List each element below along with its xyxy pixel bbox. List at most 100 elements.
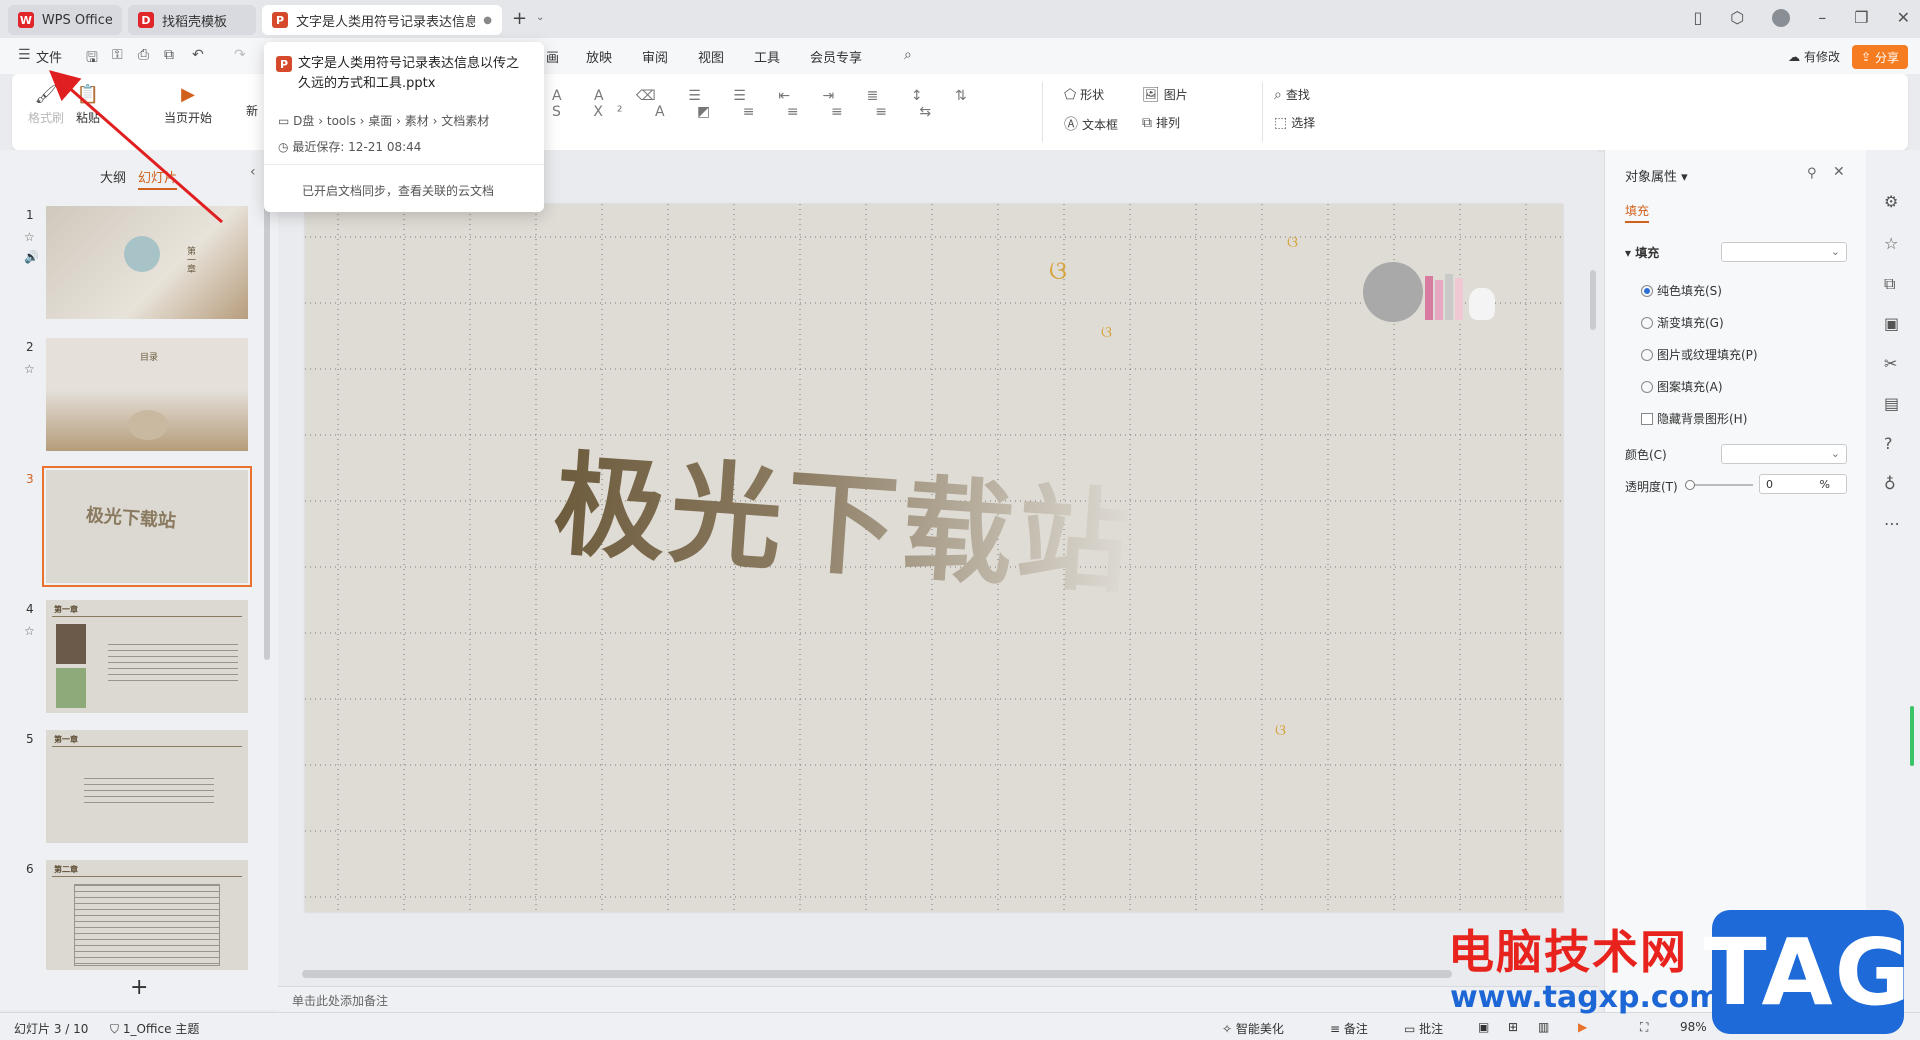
slide-thumbnail-2[interactable]: 目录 (46, 338, 248, 451)
tab-outline[interactable]: 大纲 (100, 167, 126, 186)
picture-button[interactable]: 🖼 图片 (1142, 86, 1188, 103)
select-button[interactable]: ⬚ 选择 (1274, 114, 1315, 131)
save-icon[interactable]: 🖫 (86, 47, 98, 71)
slide-thumbnail-6[interactable]: 第二章 (46, 860, 248, 970)
format-painter-button[interactable]: 🖌 格式刷 (28, 84, 64, 126)
beautify-button[interactable]: ✧ 智能美化 (1222, 1020, 1284, 1037)
restore-icon[interactable]: ❐ (1854, 8, 1868, 27)
menu-member[interactable]: 会员专享 (810, 47, 862, 66)
tab-fill[interactable]: 填充 (1625, 202, 1650, 223)
transparency-slider[interactable] (1685, 480, 1753, 490)
path-segment[interactable]: 素材 (405, 114, 429, 128)
file-menu[interactable]: 文件 (36, 47, 62, 66)
find-label: 查找 (1285, 88, 1310, 102)
fill-dropdown[interactable]: ⌄ (1721, 242, 1847, 262)
hamburger-icon[interactable]: ☰ (18, 47, 31, 63)
tab-document[interactable]: P 文字是人类用符号记录表达信息以 ● (262, 5, 502, 35)
notes-placeholder[interactable]: 单击此处添加备注 (292, 992, 388, 1009)
star-icon[interactable]: ☆ (24, 230, 35, 244)
minimize-icon[interactable]: – (1818, 8, 1826, 27)
slide-thumbnail-1[interactable]: 第一章 (46, 206, 248, 319)
popup-path[interactable]: ▭ D盘 › tools › 桌面 › 素材 › 文档素材 (278, 112, 489, 129)
cube-icon[interactable]: ⬡ (1730, 8, 1744, 27)
menu-animation[interactable]: 画 (546, 47, 559, 66)
menu-view[interactable]: 视图 (698, 47, 724, 66)
menu-slideshow[interactable]: 放映 (586, 47, 612, 66)
search-icon[interactable]: ⌕ (904, 47, 912, 63)
tools-icon[interactable]: ✂ (1884, 354, 1897, 373)
path-segment[interactable]: tools (327, 114, 356, 128)
path-segment[interactable]: D盘 (293, 114, 314, 128)
close-icon[interactable]: ✕ (1833, 164, 1845, 180)
star-icon[interactable]: ☆ (24, 624, 35, 638)
find-button[interactable]: ⌕ 查找 (1274, 86, 1310, 103)
option-pattern-fill[interactable]: 图案填充(A) (1641, 378, 1723, 395)
avatar[interactable] (1772, 8, 1791, 27)
menu-review[interactable]: 审阅 (642, 47, 668, 66)
slide-canvas[interactable]: ଓ ଓ ଓ ଓ 极光下载站 (305, 204, 1563, 912)
paste-button[interactable]: 📋 粘贴 (76, 84, 100, 126)
tab-list-chevron-icon[interactable]: ⌄ (536, 12, 544, 23)
collapse-panel-icon[interactable]: ‹ (250, 164, 256, 180)
print-preview-icon[interactable]: ⧉ (164, 47, 174, 63)
option-solid-fill[interactable]: 纯色填充(S) (1641, 282, 1722, 299)
radio-icon (1641, 348, 1653, 361)
slide-thumbnail-3[interactable]: 极光下载站 (42, 466, 252, 587)
properties-icon[interactable]: ⚙ (1884, 192, 1898, 211)
tab-slides[interactable]: 幻灯片 (138, 167, 178, 190)
star-icon[interactable]: ☆ (24, 362, 35, 376)
shirt-icon[interactable]: ♁ (1884, 474, 1896, 493)
path-segment[interactable]: 文档素材 (441, 114, 489, 128)
layout-icon[interactable]: ▯ (1693, 8, 1702, 27)
key-icon[interactable]: ⚿ (112, 47, 123, 63)
notes-pane[interactable]: 单击此处添加备注 (278, 986, 1598, 1012)
new-slide-button[interactable]: 新 (246, 102, 258, 119)
share-button[interactable]: ⇪ 分享 (1852, 45, 1908, 69)
slide-thumbnail-4[interactable]: 第一章 (46, 600, 248, 713)
slide-panel-scrollbar[interactable] (264, 170, 270, 660)
ribbon-separator (1262, 82, 1263, 142)
slide-thumbnail-5[interactable]: 第一章 (46, 730, 248, 843)
textbox-button[interactable]: Ⓐ 文本框 (1064, 114, 1118, 134)
new-tab-icon[interactable]: + (512, 8, 527, 29)
tab-template[interactable]: D 找稻壳模板 (128, 5, 256, 35)
undo-icon[interactable]: ↶ (192, 47, 204, 63)
transparency-input[interactable]: 0 % (1759, 474, 1847, 494)
notes-toggle[interactable]: ≡ 备注 (1330, 1020, 1368, 1037)
arrange-button[interactable]: ⧉ 排列 (1142, 114, 1180, 131)
formatting-tools[interactable]: A A ⌫ ☰ ☰ ⇤ ⇥ ≣ ↕ ⇅ S X² A ◩ ≡ ≡ ≡ ≡ ⇆ (552, 88, 1032, 138)
fill-section-label[interactable]: ▾ 填充 (1625, 244, 1659, 261)
path-segment[interactable]: 桌面 (368, 114, 392, 128)
pin-icon[interactable]: ⚲ (1807, 166, 1817, 181)
tab-wps-office[interactable]: W WPS Office (8, 5, 122, 35)
comments-toggle[interactable]: ▭ 批注 (1404, 1020, 1443, 1037)
option-gradient-fill[interactable]: 渐变填充(G) (1641, 314, 1724, 331)
close-icon[interactable]: ✕ (1897, 8, 1910, 27)
print-icon[interactable]: ⎙ (138, 47, 149, 63)
vertical-scrollbar[interactable] (1590, 270, 1596, 330)
copy-icon[interactable]: ⧉ (1884, 274, 1895, 294)
menu-tools[interactable]: 工具 (754, 47, 780, 66)
revision-status[interactable]: ☁ 有修改 (1788, 48, 1840, 65)
horizontal-scrollbar[interactable] (302, 970, 1452, 978)
play-from-current-button[interactable]: ▶ 当页开始 (164, 84, 212, 126)
option-picture-fill[interactable]: 图片或纹理填充(P) (1641, 346, 1758, 363)
radio-icon (1641, 284, 1653, 297)
properties-title[interactable]: 对象属性 ▾ (1625, 166, 1688, 185)
redo-icon[interactable]: ↷ (234, 47, 246, 63)
unsaved-dot-icon: ● (483, 14, 492, 26)
paste-icon: 📋 (76, 84, 100, 105)
star-icon[interactable]: ☆ (1884, 234, 1898, 253)
audio-icon[interactable]: 🔊 (24, 250, 39, 264)
popup-sync-link[interactable]: 已开启文档同步，查看关联的云文档 (302, 182, 494, 199)
theme-name[interactable]: ⛉ 1_Office 主题 (110, 1020, 199, 1037)
image-icon[interactable]: ▣ (1884, 314, 1899, 333)
book-icon[interactable]: ▤ (1884, 394, 1899, 413)
help-icon[interactable]: ? (1884, 434, 1893, 453)
slider-handle[interactable] (1685, 480, 1695, 490)
color-picker[interactable]: ⌄ (1721, 444, 1847, 464)
more-icon[interactable]: ⋯ (1884, 514, 1900, 533)
shape-button[interactable]: ⬠ 形状 (1064, 86, 1104, 103)
hide-background-checkbox[interactable]: 隐藏背景图形(H) (1641, 410, 1747, 427)
add-slide-button[interactable]: + (130, 975, 148, 1000)
